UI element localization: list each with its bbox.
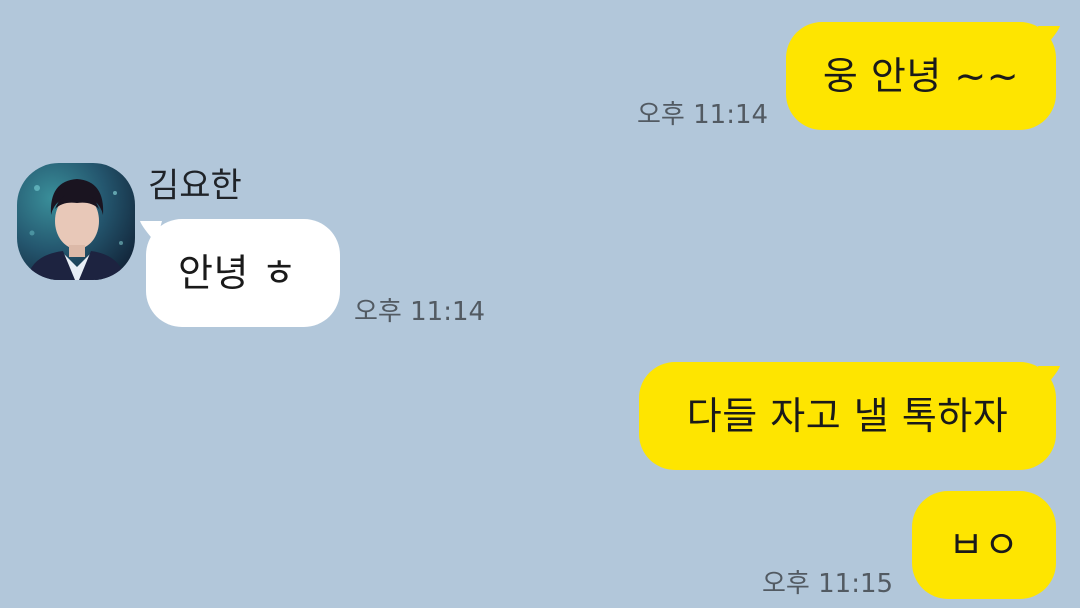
message-text: 웅 안녕 ~~ — [822, 54, 1020, 98]
message-text: ㅂㅇ — [948, 523, 1020, 567]
message-bubble-mine[interactable]: ㅂㅇ — [912, 491, 1056, 599]
message-bubble-theirs[interactable]: 안녕 ㅎ — [146, 219, 340, 327]
message-timestamp: 오후 11:15 — [762, 569, 894, 599]
avatar[interactable] — [17, 163, 135, 280]
bubble-tail — [1038, 26, 1060, 48]
message-timestamp: 오후 11:14 — [637, 100, 769, 130]
bubble-tail — [1038, 366, 1060, 388]
message-text: 다들 자고 낼 톡하자 — [686, 394, 1009, 438]
profile-photo-icon — [17, 163, 135, 280]
message-bubble-mine[interactable]: 다들 자고 낼 톡하자 — [639, 362, 1056, 470]
contact-name: 김요한 — [148, 166, 242, 206]
bubble-tail — [140, 221, 162, 243]
chat-area[interactable]: 웅 안녕 ~~ 오후 11:14 김요한 안녕 ㅎ 오후 11:14 다들 자고… — [0, 0, 1080, 608]
message-bubble-mine[interactable]: 웅 안녕 ~~ — [786, 22, 1056, 130]
message-timestamp: 오후 11:14 — [354, 297, 486, 327]
message-text: 안녕 ㅎ — [178, 251, 297, 295]
